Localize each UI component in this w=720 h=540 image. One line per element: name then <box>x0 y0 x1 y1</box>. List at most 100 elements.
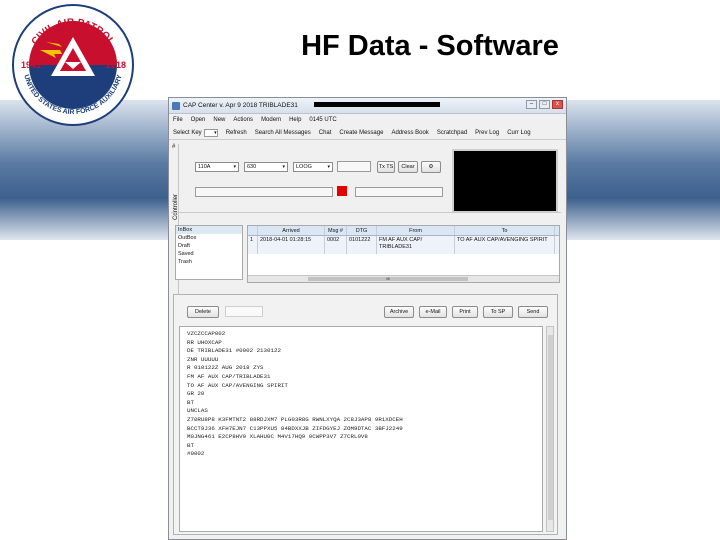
message-line: VZCZCCAP002 <box>187 330 226 337</box>
menu-bar: File Open New Actions Modem Help 0145 UT… <box>169 114 566 126</box>
delete-button[interactable]: Delete <box>187 306 219 318</box>
toolbar-chat[interactable]: Chat <box>319 130 332 136</box>
toolbar-search-all-messages[interactable]: Search All Messages <box>255 130 311 136</box>
close-button[interactable]: x <box>552 100 563 109</box>
redacted-bar <box>314 102 440 107</box>
menu-new[interactable]: New <box>213 117 225 123</box>
horizontal-scrollbar[interactable]: III <box>248 275 559 282</box>
svg-text:1941: 1941 <box>21 60 41 70</box>
select-key-dropdown[interactable]: ▾ <box>203 128 218 137</box>
col-msg-num[interactable]: Msg # <box>325 226 347 235</box>
minimize-button[interactable]: – <box>526 100 537 109</box>
folder-inbox[interactable]: InBox <box>176 226 242 234</box>
tx-button[interactable]: Tx TS <box>377 161 395 173</box>
slide-title: HF Data - Software <box>301 30 559 62</box>
message-line: TO AF AUX CAP/AVENGING SPIRIT <box>187 381 288 389</box>
menu-actions[interactable]: Actions <box>233 117 253 123</box>
toolbar: Select Key ▾ Refresh Search All Messages… <box>169 126 566 140</box>
folder-saved[interactable]: Saved <box>176 250 242 258</box>
col-from[interactable]: From <box>377 226 455 235</box>
message-table: Arrived Msg # DTG From To 1 2018-04-01 0… <box>247 225 560 283</box>
folder-list: InBox OutBox Draft Saved Trash <box>175 225 243 280</box>
menu-file[interactable]: File <box>173 117 183 123</box>
message-line: M0JNG461 E2CP8HV9 XLAHU0C M4V17HQ9 0CWPP… <box>187 433 368 441</box>
delete-field[interactable] <box>225 306 263 317</box>
cell-index: 1 <box>248 236 258 254</box>
menu-open[interactable]: Open <box>191 117 206 123</box>
menu-help[interactable]: Help <box>289 117 301 123</box>
civil-air-patrol-logo: 1941 2018 CIVIL AIR PATROL UNITED STATES… <box>12 4 134 126</box>
cell-arrived: 2018-04-01 01:28:15 <box>258 236 325 254</box>
send-button[interactable]: Send <box>518 306 548 318</box>
toolbar-prev-log[interactable]: Prev Log <box>475 130 499 136</box>
scrollbar-thumb[interactable]: III <box>308 277 468 281</box>
col-index[interactable] <box>248 226 258 235</box>
select-2[interactable]: 630 ▾ <box>244 162 288 172</box>
toolbar-refresh[interactable]: Refresh <box>226 130 247 136</box>
toolbar-create-message[interactable]: Create Message <box>339 130 383 136</box>
app-window: CAP Center v. Apr 9 2018 TRIBLADE31 – □ … <box>168 97 567 540</box>
archive-button[interactable]: Archive <box>384 306 414 318</box>
select-1[interactable]: 110A ▾ <box>195 162 239 172</box>
tx-indicator <box>337 186 347 196</box>
cell-msg-num: 0002 <box>325 236 347 254</box>
toolbar-scratchpad[interactable]: Scratchpad <box>437 130 467 136</box>
scrollbar-thumb[interactable] <box>548 335 553 520</box>
message-line: UNCLAS <box>187 407 208 415</box>
chevron-down-icon: ▾ <box>282 164 285 170</box>
window-titlebar[interactable]: CAP Center v. Apr 9 2018 TRIBLADE31 – □ … <box>169 98 566 114</box>
cell-dtg: 0101222 <box>347 236 377 254</box>
message-line: DE TRIBLADE31 #0002 2130122 <box>187 347 281 355</box>
gear-icon[interactable]: ⚙ <box>421 161 441 173</box>
message-line: BT <box>187 398 194 406</box>
message-line: ZNR UUUUU <box>187 355 219 363</box>
message-line: BCCT9J36 XFH7EJN7 C13PPXU5 84BDXXJB ZIFD… <box>187 424 403 432</box>
folder-trash[interactable]: Trash <box>176 258 242 266</box>
utc-time: 0145 UTC <box>309 117 337 123</box>
select-1-value: 110A <box>198 164 211 170</box>
message-pane: Delete Archive e-Mail Print To SP Send V… <box>173 294 558 535</box>
col-dtg[interactable]: DTG <box>347 226 377 235</box>
divider <box>171 212 561 213</box>
col-arrived[interactable]: Arrived <box>258 226 325 235</box>
message-line: BT <box>187 441 194 449</box>
select-2-value: 630 <box>247 164 257 170</box>
cell-to: TO AF AUX CAP/AVENGING SPIRIT <box>455 236 555 254</box>
to-sp-button[interactable]: To SP <box>483 306 513 318</box>
message-line: GR 20 <box>187 390 205 398</box>
window-title: CAP Center v. Apr 9 2018 TRIBLADE31 <box>183 102 298 109</box>
svg-text:2018: 2018 <box>106 60 126 70</box>
select-key-label: Select Key <box>173 129 202 136</box>
message-line: Z70RU8P8 K3FMTNT2 88RDJXM7 PLG03R8G RWNL… <box>187 415 403 423</box>
menu-modem[interactable]: Modem <box>261 117 281 123</box>
cell-from: FM AF AUX CAP/ TRIBLADE31 <box>377 236 455 254</box>
message-line: #0002 <box>187 450 205 458</box>
chevron-down-icon: ▾ <box>327 164 330 170</box>
maximize-button[interactable]: □ <box>539 100 550 109</box>
folder-outbox[interactable]: OutBox <box>176 234 242 242</box>
select-3[interactable]: LOOG ▾ <box>293 162 333 172</box>
folder-draft[interactable]: Draft <box>176 242 242 250</box>
chevron-down-icon: ▾ <box>233 164 236 170</box>
frequency-field[interactable] <box>337 161 371 172</box>
print-button[interactable]: Print <box>452 306 478 318</box>
status-bar-left <box>195 187 333 197</box>
message-body[interactable]: VZCZCCAP002 RR UHOXCAP DE TRIBLADE31 #00… <box>179 326 543 532</box>
waterfall-display <box>452 149 558 213</box>
clear-button[interactable]: Clear <box>398 161 418 173</box>
table-header: Arrived Msg # DTG From To <box>248 226 559 236</box>
select-3-value: LOOG <box>296 164 312 170</box>
table-row[interactable]: 1 2018-04-01 01:28:15 0002 0101222 FM AF… <box>248 236 559 254</box>
col-to[interactable]: To <box>455 226 555 235</box>
status-bar-right <box>355 187 443 197</box>
email-button[interactable]: e-Mail <box>419 306 447 318</box>
controller-hash: # <box>172 144 176 150</box>
message-line: RR UHOXCAP <box>187 338 222 346</box>
app-icon <box>172 101 180 110</box>
vertical-scrollbar[interactable] <box>546 326 554 532</box>
message-line: FM AF AUX CAP/TRIBLADE31 <box>187 372 271 380</box>
select-key[interactable]: Select Key ▾ <box>173 128 218 137</box>
toolbar-address-book[interactable]: Address Book <box>391 130 428 136</box>
message-line: R 010122Z AUG 2018 ZYS <box>187 364 264 372</box>
toolbar-curr-log[interactable]: Curr Log <box>507 130 530 136</box>
